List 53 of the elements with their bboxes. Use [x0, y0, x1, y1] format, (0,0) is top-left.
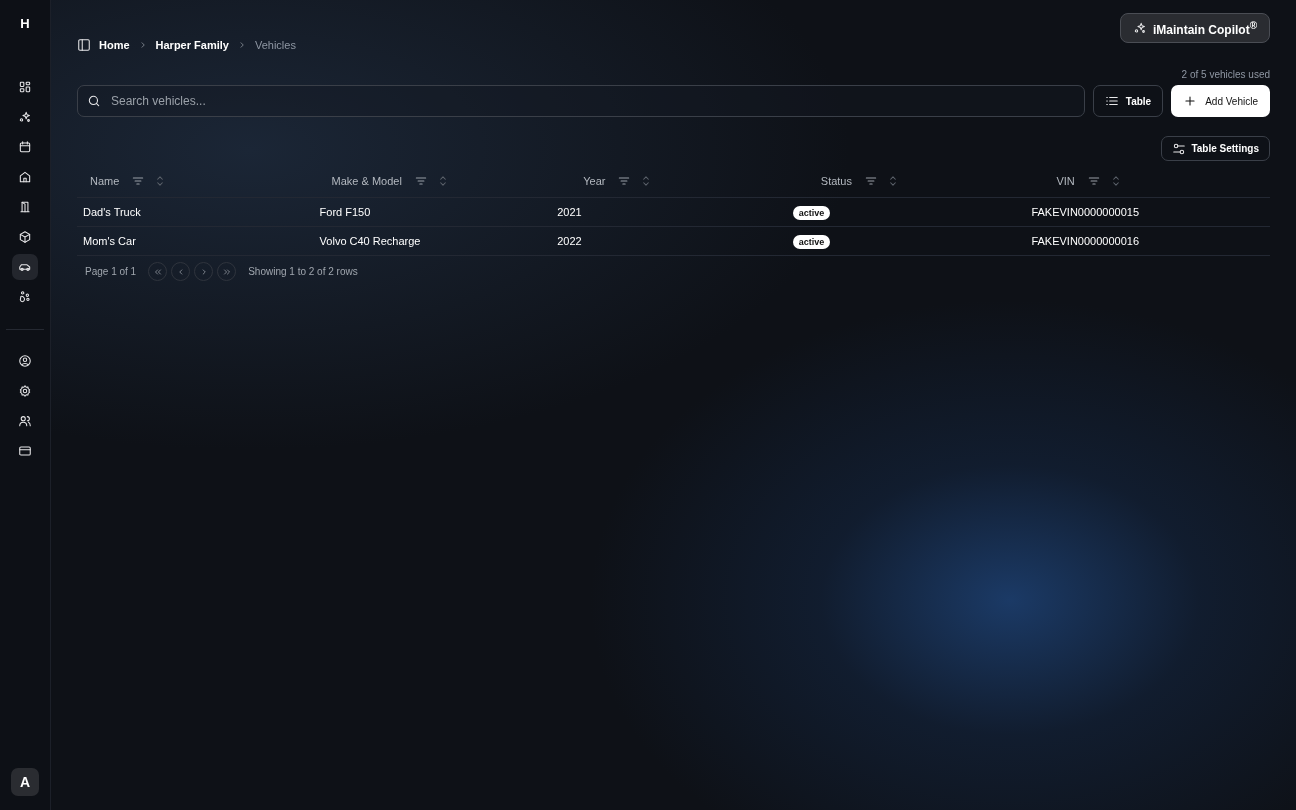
- plus-icon: [1183, 94, 1198, 108]
- search-field[interactable]: Search vehicles...: [77, 85, 1085, 117]
- double-chevron-left-icon: [152, 266, 163, 277]
- table-cell: FAKEVIN0000000016: [1031, 235, 1140, 247]
- car-nav-item[interactable]: [12, 254, 38, 280]
- box-icon: [18, 230, 32, 244]
- double-chevron-right-icon: [221, 266, 232, 277]
- status-badge: active: [792, 235, 831, 249]
- breadcrumb-link[interactable]: Home: [99, 38, 130, 51]
- table-view-button[interactable]: Table: [1092, 85, 1164, 117]
- table-cell: Volvo C40 Recharge: [319, 235, 421, 247]
- filter-icon[interactable]: [617, 174, 632, 188]
- sidebar-toggle-icon[interactable]: [77, 37, 91, 52]
- breadcrumb-link[interactable]: Harper Family: [155, 38, 229, 51]
- column-header: Year: [583, 175, 606, 187]
- column-header: VIN: [1056, 175, 1075, 187]
- column-header: Name: [90, 175, 120, 187]
- table-cell: Ford F150: [319, 206, 371, 218]
- row-count-text: Showing 1 to 2 of 2 rows: [248, 266, 358, 277]
- card-icon: [18, 444, 32, 458]
- door-icon: [18, 200, 32, 214]
- sliders-icon: [1172, 141, 1187, 156]
- user-icon: [18, 354, 32, 368]
- table-cell: Dad's Truck: [83, 206, 141, 218]
- page-indicator: Page 1 of 1: [85, 266, 137, 277]
- sparkles-icon: [18, 110, 32, 124]
- column-header: Make & Model: [331, 175, 402, 187]
- table-cell: Mom's Car: [83, 235, 136, 247]
- logo: H: [20, 16, 30, 33]
- filter-icon[interactable]: [864, 174, 878, 188]
- filter-icon[interactable]: [1086, 174, 1101, 188]
- add-vehicle-button[interactable]: Add Vehicle: [1171, 85, 1270, 117]
- usage-text: 2 of 5 vehicles used: [1181, 69, 1270, 82]
- users-icon: [18, 414, 32, 428]
- paw-icon: [18, 290, 32, 304]
- user-avatar[interactable]: A: [11, 768, 39, 796]
- list-icon: [1104, 94, 1119, 108]
- calendar-icon: [18, 140, 32, 154]
- settings-icon: [18, 384, 32, 398]
- breadcrumb-link[interactable]: Vehicles: [254, 38, 296, 51]
- filter-icon[interactable]: [131, 174, 146, 188]
- dashboard-icon: [18, 80, 32, 94]
- table-cell: 2021: [557, 206, 582, 218]
- sparkles-icon: [1132, 21, 1147, 35]
- filter-icon[interactable]: [413, 174, 428, 188]
- copilot-button[interactable]: iMaintain Copilot$^{®}$: [1119, 13, 1270, 43]
- column-header: Status: [820, 175, 852, 187]
- status-badge: active: [792, 206, 831, 220]
- table-cell: 2022: [557, 235, 582, 247]
- search-icon: [87, 94, 101, 108]
- table-cell: FAKEVIN0000000015: [1031, 206, 1140, 218]
- home-icon: [18, 170, 32, 184]
- table-settings-button[interactable]: Table Settings: [1161, 136, 1270, 161]
